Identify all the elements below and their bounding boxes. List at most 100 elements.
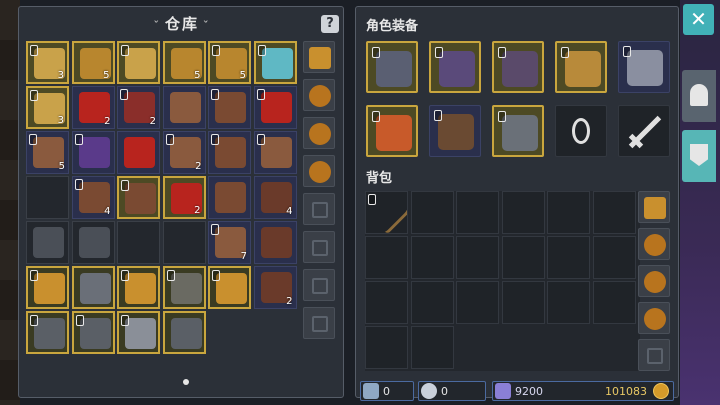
backpack-slot[interactable]	[501, 281, 545, 324]
warehouse-slot[interactable]	[162, 311, 206, 354]
warehouse-slot[interactable]	[208, 131, 251, 174]
backpack-slot[interactable]	[547, 281, 590, 324]
warehouse-slot[interactable]: 5	[208, 41, 251, 84]
warehouse-slot[interactable]	[117, 221, 160, 264]
equipment-slot-boots-steel[interactable]	[492, 105, 544, 157]
warehouse-slot[interactable]	[26, 266, 69, 309]
backpack-slot[interactable]	[592, 191, 636, 234]
backpack-slot[interactable]	[410, 281, 454, 324]
equipment-slot-hood-purple[interactable]	[429, 41, 481, 93]
banner-tab-icon	[690, 144, 708, 166]
warehouse-slot[interactable]	[26, 221, 69, 264]
warehouse-slot[interactable]: 4	[253, 176, 297, 219]
lock-icon	[121, 45, 129, 56]
equipment-slot-armor-purple[interactable]	[492, 41, 544, 93]
backpack-tab-0[interactable]	[638, 191, 670, 223]
equipment-slot-glove-brown[interactable]	[429, 105, 481, 157]
warehouse-slot[interactable]	[117, 41, 160, 84]
warehouse-tab-1[interactable]	[303, 79, 335, 111]
lock-icon	[372, 111, 380, 122]
equipment-slot-ring-gold[interactable]	[555, 41, 607, 93]
equipment-slot-helmet[interactable]	[366, 41, 418, 93]
warehouse-slot[interactable]: 4	[71, 176, 115, 219]
warehouse-tab-7[interactable]	[303, 307, 335, 339]
backpack-gold-icon	[644, 197, 666, 219]
warehouse-slot[interactable]	[253, 221, 297, 264]
warehouse-tab-0[interactable]	[303, 41, 335, 73]
backpack-tab-2[interactable]	[638, 265, 670, 297]
gem-icon	[495, 383, 511, 399]
warehouse-slot[interactable]	[117, 311, 160, 354]
warehouse-slot[interactable]	[71, 221, 115, 264]
warehouse-slot[interactable]	[253, 41, 297, 84]
backpack-slot[interactable]	[547, 236, 590, 279]
equipment-panel: 角色装备 背包 0 0 9200 101083	[355, 6, 679, 401]
help-icon[interactable]: ?	[321, 15, 339, 33]
warehouse-slot[interactable]	[208, 86, 251, 129]
backpack-tab-1[interactable]	[638, 228, 670, 260]
backpack-slot[interactable]	[592, 236, 636, 279]
backpack-slot[interactable]	[365, 326, 408, 369]
close-button[interactable]: ✕	[683, 4, 714, 35]
backpack-slot[interactable]	[547, 191, 590, 234]
warehouse-slot[interactable]	[71, 131, 115, 174]
equipment-slot-sword-outline[interactable]	[618, 105, 670, 157]
warehouse-slot[interactable]	[208, 266, 251, 309]
tab-warehouse[interactable]	[682, 130, 716, 182]
backpack-slot[interactable]	[501, 236, 545, 279]
bow-icon	[34, 318, 65, 349]
warehouse-tab-5[interactable]	[303, 231, 335, 263]
warehouse-slot[interactable]	[117, 266, 160, 309]
equipment-slot-amulet-red[interactable]	[366, 105, 418, 157]
warehouse-slot[interactable]	[117, 131, 160, 174]
backpack-slot[interactable]	[410, 191, 454, 234]
warehouse-slot[interactable]	[26, 311, 69, 354]
warehouse-slot[interactable]	[253, 131, 297, 174]
warehouse-tab-6[interactable]	[303, 269, 335, 301]
warehouse-slot[interactable]: 3	[26, 41, 69, 84]
backpack-slot[interactable]	[410, 236, 454, 279]
warehouse-slot[interactable]	[117, 176, 160, 219]
backpack-slot[interactable]	[365, 236, 408, 279]
claw-brown-icon	[260, 227, 292, 258]
warehouse-slot[interactable]: 2	[162, 176, 206, 219]
warehouse-slot[interactable]	[71, 266, 115, 309]
warehouse-slot[interactable]	[208, 176, 251, 219]
warehouse-slot[interactable]: 2	[162, 131, 206, 174]
backpack-slot[interactable]	[456, 191, 499, 234]
backpack-slot[interactable]	[456, 281, 499, 324]
lock-icon	[212, 45, 220, 56]
backpack-slot[interactable]	[592, 281, 636, 324]
warehouse-tab-2[interactable]	[303, 117, 335, 149]
backpack-slot[interactable]	[365, 281, 408, 324]
backpack-tab-3[interactable]	[638, 302, 670, 334]
backpack-tab-4[interactable]	[638, 339, 670, 371]
backpack-slot[interactable]	[501, 191, 545, 234]
warehouse-slot[interactable]	[162, 221, 206, 264]
warehouse-tab-4[interactable]	[303, 193, 335, 225]
lock-icon	[435, 47, 443, 58]
page-indicator-dot[interactable]	[183, 379, 189, 385]
backpack-slot[interactable]	[365, 191, 408, 234]
red-gem-icon	[260, 92, 292, 123]
warehouse-slot[interactable]: 7	[208, 221, 251, 264]
warehouse-slot[interactable]	[26, 176, 69, 219]
warehouse-slot[interactable]: 2	[253, 266, 297, 309]
warehouse-slot[interactable]: 2	[117, 86, 160, 129]
backpack-slot[interactable]	[410, 326, 454, 369]
tab-character[interactable]	[682, 70, 716, 122]
warehouse-slot[interactable]	[253, 86, 297, 129]
warehouse-slot[interactable]: 5	[26, 131, 69, 174]
warehouse-tab-3[interactable]	[303, 155, 335, 187]
warehouse-slot[interactable]	[162, 86, 206, 129]
warehouse-slot[interactable]: 3	[26, 86, 69, 129]
warehouse-slot[interactable]: 5	[71, 41, 115, 84]
warehouse-slot[interactable]	[71, 311, 115, 354]
backpack-slot[interactable]	[456, 236, 499, 279]
equipment-slot-mace[interactable]	[618, 41, 670, 93]
warehouse-slot[interactable]: 2	[71, 86, 115, 129]
warehouse-slot[interactable]	[162, 266, 206, 309]
equipment-slot-ring-outline[interactable]	[555, 105, 607, 157]
warehouse-slot[interactable]: 5	[162, 41, 206, 84]
hide-brown-icon	[125, 183, 156, 214]
